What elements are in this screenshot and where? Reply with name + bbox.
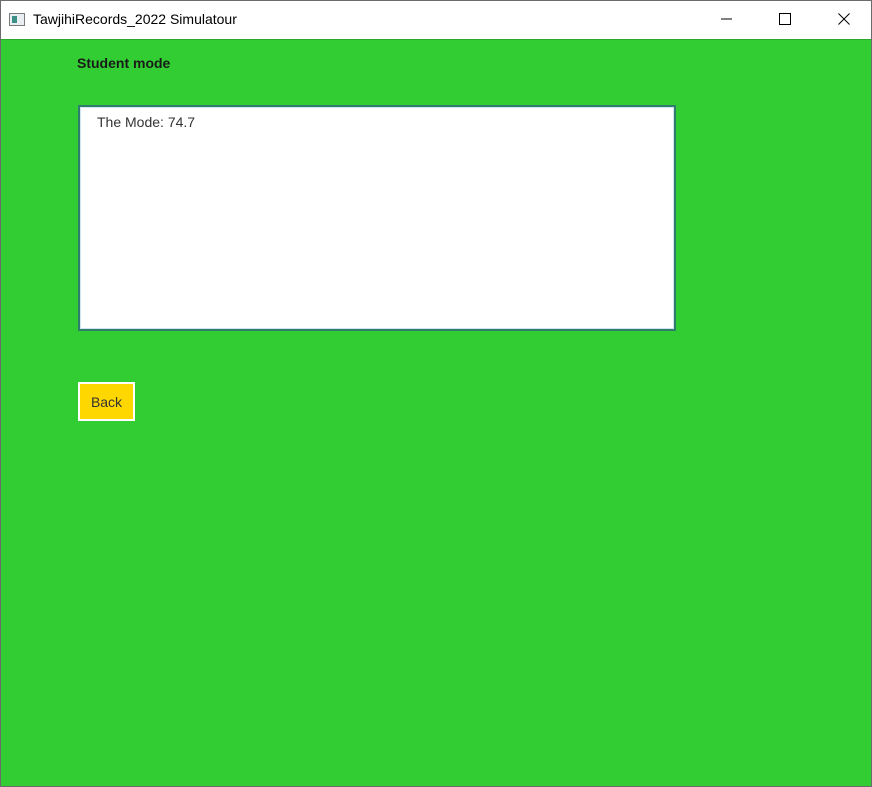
close-icon xyxy=(838,13,850,25)
minimize-icon xyxy=(721,18,732,20)
result-textbox[interactable]: The Mode: 74.7 xyxy=(78,105,676,331)
page-heading: Student mode xyxy=(77,55,171,71)
maximize-icon xyxy=(779,13,791,25)
back-button[interactable]: Back xyxy=(78,382,135,421)
window-title: TawjihiRecords_2022 Simulatour xyxy=(33,11,237,27)
maximize-button[interactable] xyxy=(762,1,808,37)
main-panel: Student mode The Mode: 74.7 Back xyxy=(1,39,871,786)
result-text: The Mode: 74.7 xyxy=(97,114,196,130)
close-button[interactable] xyxy=(821,1,867,37)
app-window: TawjihiRecords_2022 Simulatour Student m… xyxy=(0,0,872,787)
app-window-icon xyxy=(9,13,25,26)
minimize-button[interactable] xyxy=(704,1,750,37)
title-bar[interactable]: TawjihiRecords_2022 Simulatour xyxy=(1,1,871,39)
